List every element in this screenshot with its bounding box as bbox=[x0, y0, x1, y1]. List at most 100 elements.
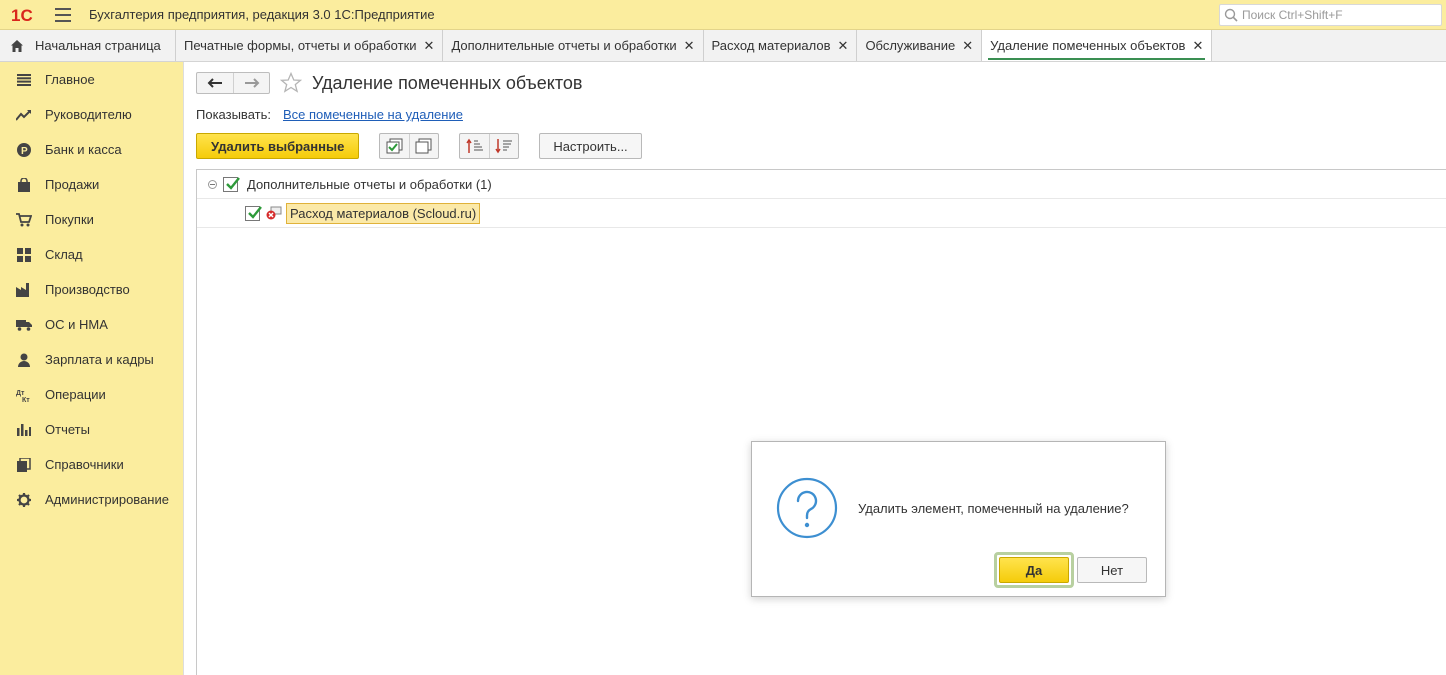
tab-additional-reports[interactable]: Дополнительные отчеты и обработки ✕ bbox=[443, 30, 704, 61]
tree-item-label[interactable]: Расход материалов (Scloud.ru) bbox=[286, 202, 481, 224]
tab-delete-marked[interactable]: Удаление помеченных объектов ✕ bbox=[982, 30, 1213, 61]
sidebar-item-salary[interactable]: Зарплата и кадры bbox=[0, 342, 183, 377]
uncheck-all-button[interactable] bbox=[409, 134, 438, 158]
page-title: Удаление помеченных объектов bbox=[312, 72, 583, 93]
sidebar-item-purchases[interactable]: Покупки bbox=[0, 202, 183, 237]
tab-print-forms[interactable]: Печатные формы, отчеты и обработки ✕ bbox=[176, 30, 444, 61]
toolbar: Удалить выбранные Настроить... bbox=[196, 133, 642, 159]
sort-descending-icon bbox=[495, 139, 513, 154]
tree-group-label: Дополнительные отчеты и обработки (1) bbox=[247, 176, 492, 192]
svg-text:Дт: Дт bbox=[16, 390, 25, 397]
no-button[interactable]: Нет bbox=[1077, 557, 1147, 583]
tree-group-row[interactable]: Дополнительные отчеты и обработки (1) bbox=[197, 170, 1446, 199]
question-icon bbox=[776, 477, 838, 539]
svg-text:Кт: Кт bbox=[22, 397, 30, 402]
logo-1c-icon: 1С bbox=[11, 6, 33, 25]
arrow-right-icon bbox=[244, 78, 259, 88]
tab-label: Удаление помеченных объектов bbox=[990, 38, 1186, 53]
check-buttons-group bbox=[379, 133, 440, 159]
grid-icon bbox=[16, 247, 32, 263]
group-checkbox[interactable] bbox=[223, 176, 240, 192]
sidebar-item-label: Администрирование bbox=[45, 492, 169, 507]
tab-material-expense[interactable]: Расход материалов ✕ bbox=[704, 30, 858, 61]
back-button[interactable] bbox=[197, 73, 233, 93]
show-filter-link[interactable]: Все помеченные на удаление bbox=[283, 107, 463, 122]
delete-selected-button[interactable]: Удалить выбранные bbox=[196, 133, 360, 159]
factory-icon bbox=[16, 282, 32, 298]
sidebar-item-label: Склад bbox=[45, 247, 83, 262]
list-icon bbox=[16, 72, 32, 88]
collapse-icon[interactable] bbox=[208, 179, 217, 189]
title-bar: 1С Бухгалтерия предприятия, редакция 3.0… bbox=[0, 0, 1446, 30]
sidebar-item-label: Продажи bbox=[45, 177, 100, 192]
logo-1c[interactable]: 1С bbox=[11, 5, 45, 25]
marked-for-deletion-icon bbox=[266, 206, 282, 220]
checkmark-icon bbox=[248, 205, 262, 219]
home-icon bbox=[11, 39, 23, 52]
sidebar-item-label: Руководителю bbox=[45, 107, 132, 122]
check-all-button[interactable] bbox=[380, 134, 409, 158]
menu-hamburger-icon[interactable] bbox=[55, 7, 71, 22]
truck-icon bbox=[16, 317, 32, 333]
close-icon[interactable]: ✕ bbox=[424, 38, 435, 54]
sidebar-item-reports[interactable]: Отчеты bbox=[0, 412, 183, 447]
sidebar-item-bank[interactable]: Р Банк и касса bbox=[0, 132, 183, 167]
history-nav bbox=[196, 72, 270, 94]
tab-label: Дополнительные отчеты и обработки bbox=[451, 38, 677, 53]
sidebar: Главное Руководителю Р Банк и касса Прод… bbox=[0, 62, 184, 675]
sidebar-item-label: Отчеты bbox=[45, 422, 90, 437]
sidebar-item-label: Главное bbox=[45, 72, 95, 87]
arrow-left-icon bbox=[207, 78, 222, 88]
sidebar-item-fixed-assets[interactable]: ОС и НМА bbox=[0, 307, 183, 342]
sidebar-item-label: ОС и НМА bbox=[45, 317, 108, 332]
tab-label: Расход материалов bbox=[711, 38, 831, 53]
sidebar-item-label: Зарплата и кадры bbox=[45, 352, 154, 367]
tab-service[interactable]: Обслуживание ✕ bbox=[857, 30, 983, 61]
page-header: Удаление помеченных объектов bbox=[196, 71, 583, 95]
ruble-icon: Р bbox=[16, 142, 32, 158]
sidebar-item-label: Производство bbox=[45, 282, 130, 297]
sidebar-item-main[interactable]: Главное bbox=[0, 62, 183, 97]
sidebar-item-admin[interactable]: Администрирование bbox=[0, 482, 183, 517]
marked-objects-tree: Дополнительные отчеты и обработки (1) Ра… bbox=[196, 169, 1446, 675]
sidebar-item-warehouse[interactable]: Склад bbox=[0, 237, 183, 272]
tabs-bar: Начальная страница Печатные формы, отчет… bbox=[0, 30, 1446, 62]
close-icon[interactable]: ✕ bbox=[962, 38, 973, 54]
tree-item-row[interactable]: Расход материалов (Scloud.ru) bbox=[197, 199, 1446, 228]
svg-text:Р: Р bbox=[21, 146, 28, 157]
books-icon bbox=[16, 457, 32, 473]
sidebar-item-operations[interactable]: Дт Кт Операции bbox=[0, 377, 183, 412]
favorite-star-icon[interactable] bbox=[280, 72, 302, 94]
sidebar-item-label: Покупки bbox=[45, 212, 94, 227]
close-icon[interactable]: ✕ bbox=[838, 38, 849, 54]
sort-desc-button[interactable] bbox=[489, 134, 518, 158]
tab-label: Начальная страница bbox=[35, 38, 161, 53]
sidebar-item-label: Справочники bbox=[45, 457, 124, 472]
sidebar-item-label: Операции bbox=[45, 387, 106, 402]
sidebar-item-production[interactable]: Производство bbox=[0, 272, 183, 307]
yes-button-focus-ring: Да bbox=[994, 552, 1074, 588]
check-all-icon bbox=[386, 138, 403, 154]
sidebar-item-catalogs[interactable]: Справочники bbox=[0, 447, 183, 482]
app-title: Бухгалтерия предприятия, редакция 3.0 1С… bbox=[89, 7, 435, 22]
show-label: Показывать: bbox=[196, 107, 271, 122]
dialog-message: Удалить элемент, помеченный на удаление? bbox=[858, 501, 1129, 516]
close-icon[interactable]: ✕ bbox=[684, 38, 695, 54]
sidebar-item-manager[interactable]: Руководителю bbox=[0, 97, 183, 132]
search-input[interactable] bbox=[1242, 8, 1432, 22]
yes-button[interactable]: Да bbox=[999, 557, 1069, 583]
dt-kt-icon: Дт Кт bbox=[16, 387, 32, 403]
confirm-dialog: Удалить элемент, помеченный на удаление?… bbox=[751, 441, 1166, 597]
close-icon[interactable]: ✕ bbox=[1192, 38, 1203, 54]
search-box[interactable] bbox=[1219, 4, 1442, 26]
settings-button[interactable]: Настроить... bbox=[539, 133, 642, 159]
forward-button[interactable] bbox=[233, 73, 269, 93]
bar-chart-icon bbox=[16, 422, 32, 438]
search-icon bbox=[1224, 8, 1238, 22]
sort-asc-button[interactable] bbox=[460, 134, 489, 158]
item-checkbox[interactable] bbox=[245, 205, 262, 221]
trend-icon bbox=[16, 107, 32, 123]
sidebar-item-sales[interactable]: Продажи bbox=[0, 167, 183, 202]
checkmark-icon bbox=[226, 176, 240, 190]
tab-home[interactable]: Начальная страница bbox=[0, 30, 176, 61]
